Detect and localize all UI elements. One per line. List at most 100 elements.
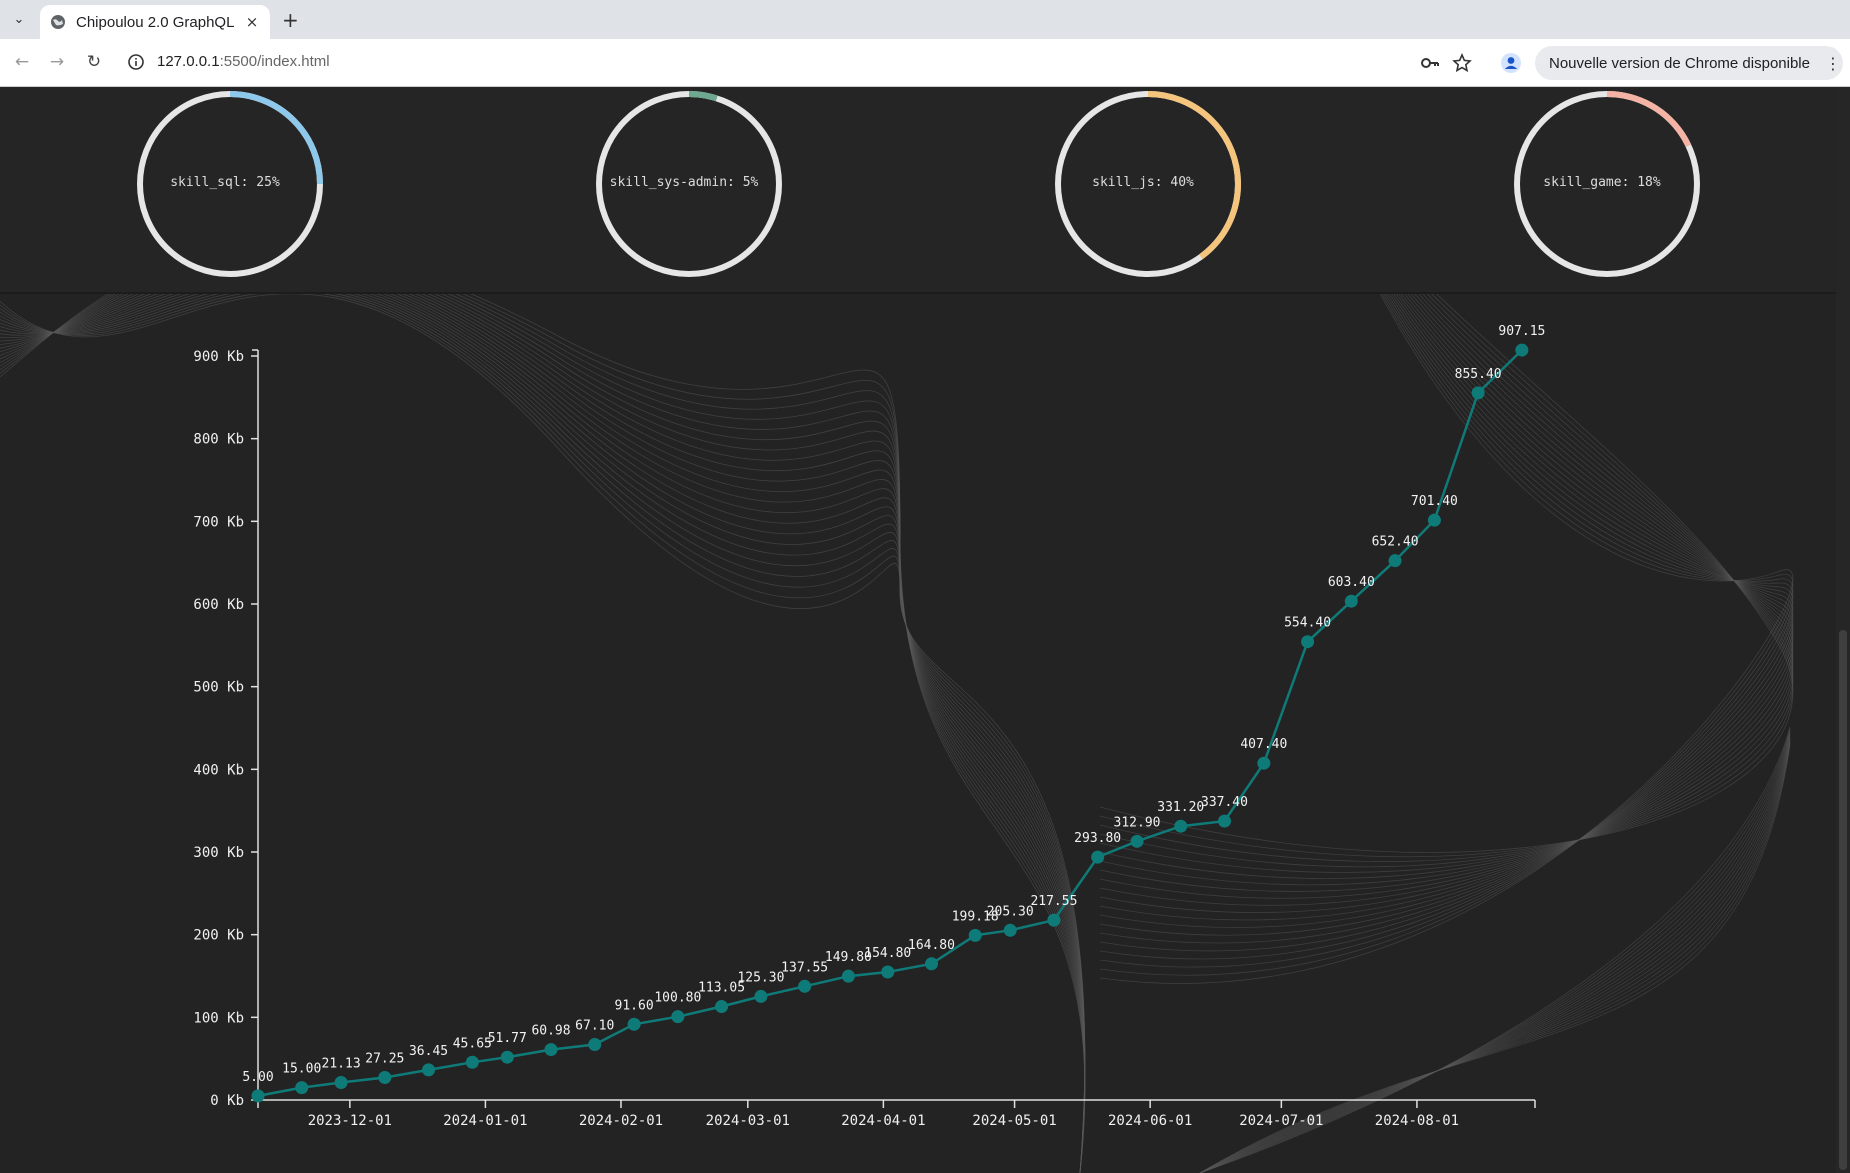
bookmark-star-icon[interactable]: [1450, 51, 1474, 75]
data-label: 27.25: [365, 1051, 404, 1066]
data-point: [715, 1000, 729, 1014]
y-tick-label: 500 Kb: [193, 680, 244, 696]
data-label: 45.65: [453, 1036, 492, 1051]
password-key-icon[interactable]: [1418, 51, 1442, 75]
data-label: 60.98: [531, 1024, 570, 1039]
data-label: 91.60: [615, 998, 654, 1013]
xp-line-chart: 0 Kb 100 Kb 200 Kb 300 Kb 400 Kb 500 Kb 600 Kb…: [193, 324, 1545, 1129]
data-label: 701.40: [1411, 494, 1458, 509]
data-point: [1174, 819, 1188, 833]
data-label: 652.40: [1372, 535, 1419, 550]
data-point: [1427, 513, 1441, 527]
tab-search-chevron-icon[interactable]: ⌄: [6, 6, 32, 32]
data-point: [465, 1055, 479, 1069]
data-label: 164.80: [908, 938, 955, 953]
y-tick-label: 600 Kb: [193, 597, 244, 613]
data-label: 15.00: [282, 1062, 321, 1077]
back-arrow-icon[interactable]: ←: [11, 51, 33, 73]
x-tick-label: 2024-03-01: [706, 1113, 790, 1129]
data-point: [378, 1070, 392, 1084]
data-point: [671, 1010, 685, 1024]
site-info-icon[interactable]: [127, 53, 145, 71]
series-line: [257, 349, 1523, 1098]
data-point: [754, 989, 768, 1003]
data-label: 154.80: [864, 946, 911, 961]
tab-title: Chipoulou 2.0 GraphQL: [76, 13, 235, 31]
data-point: [251, 1089, 265, 1103]
data-label: 217.55: [1030, 894, 1077, 909]
data-point: [295, 1081, 309, 1095]
x-tick-label: 2024-06-01: [1108, 1113, 1192, 1129]
data-point: [627, 1017, 641, 1031]
y-tick-label: 0 Kb: [210, 1093, 244, 1109]
y-tick-label: 200 Kb: [193, 928, 244, 944]
data-point: [798, 979, 812, 993]
data-label: 205.30: [987, 904, 1034, 919]
data-label: 125.30: [737, 970, 784, 985]
x-tick-label: 2024-04-01: [841, 1113, 925, 1129]
data-label: 337.40: [1201, 795, 1248, 810]
data-point: [1217, 814, 1231, 828]
data-point: [1515, 343, 1529, 357]
address-bar[interactable]: 127.0.0.1:5500/index.html: [157, 53, 330, 70]
data-label: 137.55: [781, 960, 828, 975]
chrome-update-button[interactable]: Nouvelle version de Chrome disponible ⋮: [1535, 46, 1843, 80]
data-point: [500, 1050, 514, 1064]
data-label: 100.80: [654, 991, 701, 1006]
x-tick-label: 2023-12-01: [308, 1113, 392, 1129]
data-point: [1091, 850, 1105, 864]
data-point: [881, 965, 895, 979]
update-label: Nouvelle version de Chrome disponible: [1549, 54, 1810, 72]
scrollbar-thumb[interactable]: [1839, 630, 1847, 1170]
data-point: [1344, 594, 1358, 608]
data-label: 331.20: [1157, 800, 1204, 815]
tab-active[interactable]: Chipoulou 2.0 GraphQL ×: [40, 5, 270, 39]
more-menu-icon[interactable]: ⋮: [1823, 54, 1843, 73]
data-point: [422, 1063, 436, 1077]
data-label: 603.40: [1328, 575, 1375, 590]
x-tick-label: 2024-01-01: [443, 1113, 527, 1129]
x-tick-label: 2024-07-01: [1239, 1113, 1323, 1129]
x-tick-label: 2024-05-01: [972, 1113, 1056, 1129]
y-tick-label: 700 Kb: [193, 514, 244, 530]
data-label: 312.90: [1114, 815, 1161, 830]
browser-toolbar: ← → ↻ 127.0.0.1:5500/index.html Nouvelle…: [0, 39, 1850, 87]
data-point: [841, 969, 855, 983]
reload-icon[interactable]: ↻: [83, 51, 105, 73]
page-viewport: skill_sql: 25% skill_sys-admin: 5% skill…: [0, 87, 1850, 1173]
data-point: [1257, 756, 1271, 770]
data-label: 554.40: [1284, 616, 1331, 631]
data-label: 407.40: [1240, 737, 1287, 752]
data-point: [1388, 554, 1402, 568]
data-point: [968, 928, 982, 942]
y-tick-label: 100 Kb: [193, 1010, 244, 1026]
data-label: 51.77: [488, 1031, 527, 1046]
data-point: [588, 1038, 602, 1052]
x-tick-label: 2024-02-01: [579, 1113, 663, 1129]
data-point: [1471, 386, 1485, 400]
data-label: 5.00: [242, 1070, 273, 1085]
profile-avatar-icon[interactable]: [1499, 51, 1523, 75]
y-tick-label: 800 Kb: [193, 432, 244, 448]
y-tick-label: 300 Kb: [193, 845, 244, 861]
data-point: [1047, 913, 1061, 927]
data-label: 36.45: [409, 1044, 448, 1059]
data-point: [1130, 834, 1144, 848]
tab-close-icon[interactable]: ×: [240, 13, 264, 31]
tab-strip: ⌄ Chipoulou 2.0 GraphQL × +: [0, 0, 1850, 39]
forward-arrow-icon[interactable]: →: [46, 51, 68, 73]
data-label: 21.13: [322, 1057, 361, 1072]
data-label: 293.80: [1074, 831, 1121, 846]
data-point: [1301, 635, 1315, 649]
data-label: 907.15: [1498, 324, 1545, 339]
data-point: [544, 1043, 558, 1057]
new-tab-button[interactable]: +: [282, 8, 299, 32]
data-label: 855.40: [1455, 367, 1502, 382]
data-point: [1003, 923, 1017, 937]
url-host: 127.0.0.1: [157, 53, 220, 70]
url-path: :5500/index.html: [219, 53, 330, 70]
data-point: [924, 957, 938, 971]
data-label: 67.10: [575, 1019, 614, 1034]
y-tick-label: 900 Kb: [193, 349, 244, 365]
globe-icon: [51, 15, 65, 29]
